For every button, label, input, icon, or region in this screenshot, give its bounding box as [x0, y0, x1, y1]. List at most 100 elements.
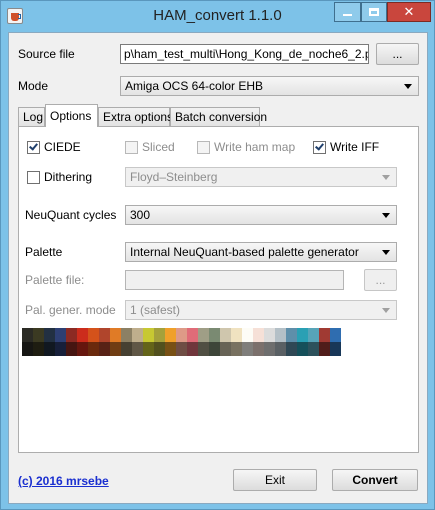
write-ham-map-checkbox[interactable]: Write ham map — [197, 140, 295, 154]
tab-extra-options[interactable]: Extra options — [98, 107, 173, 126]
palette-swatch — [209, 342, 220, 356]
chevron-down-icon — [382, 308, 390, 313]
palette-swatch — [110, 328, 121, 342]
tab-options[interactable]: Options — [45, 104, 98, 127]
palette-swatch — [66, 342, 77, 356]
tab-batch-conversion[interactable]: Batch conversion — [170, 107, 267, 126]
palette-swatch — [187, 342, 198, 356]
palette-swatch — [165, 342, 176, 356]
sliced-checkbox[interactable]: Sliced — [125, 140, 175, 154]
palette-file-browse-button[interactable]: ... — [364, 269, 397, 291]
minimize-icon — [343, 14, 352, 16]
palette-swatch — [330, 342, 341, 356]
palette-swatch — [33, 328, 44, 342]
palette-swatch — [275, 342, 286, 356]
ciede-checkbox[interactable]: CIEDE — [27, 140, 81, 154]
chevron-down-icon — [382, 250, 390, 255]
palette-swatch — [176, 328, 187, 342]
neuquant-cycles-dropdown[interactable]: 300 — [125, 205, 397, 225]
palette-swatch — [341, 342, 352, 356]
palette-swatch — [77, 342, 88, 356]
palette-swatch — [275, 328, 286, 342]
palette-swatch — [363, 342, 374, 356]
pal-gener-mode-dropdown[interactable]: 1 (safest) — [125, 300, 397, 320]
convert-button[interactable]: Convert — [332, 469, 418, 491]
source-file-field[interactable]: p\ham_test_multi\Hong_Kong_de_noche6_2.p… — [120, 44, 369, 64]
palette-preview — [22, 328, 374, 356]
palette-swatch — [264, 342, 275, 356]
app-window: HAM_convert 1.1.0 ✕ Source file p\ham_te… — [0, 0, 435, 510]
pal-gener-mode-value: 1 (safest) — [130, 303, 181, 317]
palette-swatch — [33, 342, 44, 356]
palette-swatch — [308, 342, 319, 356]
palette-swatch — [110, 342, 121, 356]
palette-swatch — [66, 328, 77, 342]
neuquant-cycles-label: NeuQuant cycles — [25, 208, 117, 222]
palette-swatch — [121, 342, 132, 356]
palette-file-label: Palette file: — [25, 273, 85, 287]
palette-swatch — [319, 342, 330, 356]
close-icon: ✕ — [403, 4, 415, 19]
palette-swatch — [187, 328, 198, 342]
palette-value: Internal NeuQuant-based palette generato… — [130, 245, 359, 259]
palette-swatch — [77, 328, 88, 342]
palette-file-field[interactable] — [125, 270, 344, 290]
checkmark-icon — [29, 140, 38, 151]
neuquant-cycles-value: 300 — [130, 208, 151, 222]
palette-label: Palette — [25, 245, 63, 259]
palette-swatch — [286, 342, 297, 356]
title-bar[interactable]: HAM_convert 1.1.0 ✕ — [1, 1, 434, 32]
palette-swatch — [352, 342, 363, 356]
source-file-label: Source file — [18, 47, 75, 61]
exit-button[interactable]: Exit — [233, 469, 317, 491]
palette-swatch — [165, 328, 176, 342]
tab-log[interactable]: Log — [18, 107, 45, 126]
palette-swatch — [22, 328, 33, 342]
palette-swatch — [352, 328, 363, 342]
palette-dropdown[interactable]: Internal NeuQuant-based palette generato… — [125, 242, 397, 262]
palette-swatch — [242, 328, 253, 342]
palette-swatch — [154, 328, 165, 342]
mode-dropdown[interactable]: Amiga OCS 64-color EHB — [120, 76, 419, 96]
source-browse-button[interactable]: ... — [376, 43, 419, 65]
palette-swatch — [297, 342, 308, 356]
chevron-down-icon — [382, 175, 390, 180]
palette-swatch — [132, 342, 143, 356]
maximize-icon — [369, 8, 379, 16]
chevron-down-icon — [404, 84, 412, 89]
dithering-method-value: Floyd–Steinberg — [130, 170, 218, 184]
close-button[interactable]: ✕ — [387, 2, 431, 22]
pal-gener-mode-label: Pal. gener. mode — [25, 303, 116, 317]
palette-swatch — [253, 328, 264, 342]
palette-swatch — [99, 328, 110, 342]
mode-label: Mode — [18, 79, 49, 93]
palette-swatch — [297, 328, 308, 342]
palette-swatch — [121, 328, 132, 342]
dithering-method-dropdown[interactable]: Floyd–Steinberg — [125, 167, 397, 187]
chevron-down-icon — [382, 213, 390, 218]
palette-swatch — [264, 328, 275, 342]
write-iff-checkbox[interactable]: Write IFF — [313, 140, 379, 154]
palette-swatch — [319, 328, 330, 342]
palette-swatch — [363, 328, 374, 342]
palette-swatch — [209, 328, 220, 342]
palette-swatch — [88, 328, 99, 342]
palette-swatch — [55, 328, 66, 342]
palette-swatch — [22, 342, 33, 356]
palette-swatch — [198, 328, 209, 342]
palette-swatch — [198, 342, 209, 356]
palette-swatch — [55, 342, 66, 356]
palette-swatch — [231, 342, 242, 356]
palette-swatch — [220, 328, 231, 342]
palette-swatch — [143, 328, 154, 342]
dithering-checkbox[interactable]: Dithering — [27, 170, 92, 184]
palette-swatch — [220, 342, 231, 356]
palette-swatch — [308, 328, 319, 342]
palette-swatch — [88, 342, 99, 356]
credit-link[interactable]: (c) 2016 mrsebe — [18, 474, 109, 488]
maximize-button[interactable] — [361, 2, 387, 22]
palette-swatch — [154, 342, 165, 356]
client-area: Source file p\ham_test_multi\Hong_Kong_d… — [8, 32, 428, 504]
minimize-button[interactable] — [334, 2, 361, 22]
palette-swatch — [143, 342, 154, 356]
